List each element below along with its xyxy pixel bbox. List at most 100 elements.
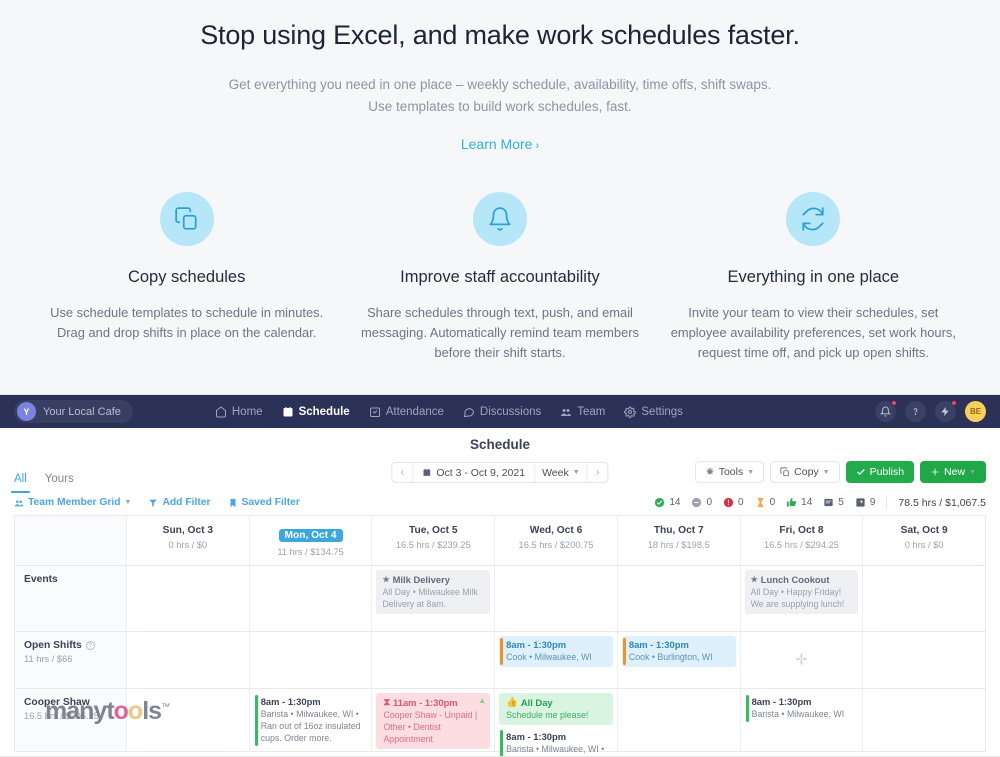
cell-open-sun[interactable] (127, 632, 250, 688)
hero-section: Stop using Excel, and make work schedule… (0, 0, 1000, 154)
event-card[interactable]: ★ Milk Delivery All Day • Milwaukee Milk … (376, 570, 491, 614)
cell-open-thu[interactable]: 8am - 1:30pm Cook • Burlington, WI (618, 632, 741, 688)
cell-cooper-tue[interactable]: ▲ ⧗ 11am - 1:30pm Cooper Shaw - Unpaid | … (372, 689, 496, 751)
calendar-icon (283, 406, 293, 416)
schedule-stats: 14 0 0 0 14 5 9 78.5 hrs / $1,067.5 (654, 496, 986, 509)
shift-time: 11am - 1:30pm (393, 696, 458, 708)
cell-events-wed[interactable] (495, 566, 618, 631)
shift-time: 8am - 1:30pm (506, 731, 567, 742)
nav-item-team[interactable]: Team (560, 406, 605, 418)
day-label: Wed, Oct 6 (529, 525, 583, 536)
day-label: Sun, Oct 3 (162, 525, 214, 536)
stat-approved: 14 (654, 497, 680, 508)
day-hours: 0 hrs / $0 (168, 540, 208, 550)
day-hours: 16.5 hrs / $294.25 (763, 540, 839, 550)
chevron-down-icon: ▼ (969, 468, 976, 476)
event-card[interactable]: ★ Lunch Cookout All Day • Happy Friday! W… (744, 570, 859, 614)
day-column-mon: Mon, Oct 4 11 hrs / $134.75 (250, 516, 373, 565)
bell-icon (880, 406, 891, 417)
main-nav: Home Schedule Attendance Discussions Tea… (215, 406, 683, 418)
cell-events-sat[interactable] (863, 566, 985, 631)
chat-icon (463, 407, 474, 417)
learn-more-link[interactable]: Learn More › (461, 136, 539, 152)
row-member-cooper-shaw: Cooper Shaw 16.5 hrs / $206.25 8am - 1:3… (15, 689, 985, 756)
shift-card[interactable]: 8am - 1:30pm Barista • Milwaukee, WI (745, 693, 859, 724)
shift-card[interactable]: 8am - 1:30pm Barista • Milwaukee, WI • S… (499, 728, 613, 756)
date-navigator: ‹ Oct 3 - Oct 9, 2021 Week ▼ › (391, 462, 609, 483)
cell-open-fri[interactable]: ✛ (741, 632, 864, 688)
shift-desc: Barista • Milwaukee, WI • Sanitize bathr… (506, 744, 605, 754)
nav-label: Schedule (298, 405, 350, 418)
row-label-cooper-shaw: Cooper Shaw 16.5 hrs / $206.25 (15, 689, 127, 751)
date-range-picker[interactable]: Oct 3 - Oct 9, 2021 (412, 463, 536, 482)
stat-value: 0 (738, 497, 744, 508)
new-label: New (944, 466, 966, 478)
avatar[interactable]: BE (965, 401, 986, 422)
day-column-wed: Wed, Oct 6 16.5 hrs / $200.75 (495, 516, 618, 565)
event-title: Lunch Cookout (760, 574, 830, 585)
cell-open-tue[interactable] (372, 632, 496, 688)
row-events: Events ★ Milk Delivery All Day • Milwauke… (15, 566, 985, 632)
feature-title: Improve staff accountability (400, 268, 600, 286)
stats-divider (886, 496, 888, 509)
nav-label: Team (577, 405, 606, 418)
shift-time: All Day (520, 696, 553, 708)
cell-open-mon[interactable] (250, 632, 373, 688)
feature-title: Everything in one place (727, 268, 900, 286)
copy-button[interactable]: Copy ▼ (770, 461, 840, 483)
row-title: Events (24, 574, 58, 585)
nav-item-discussions[interactable]: Discussions (463, 406, 541, 418)
time-off-card[interactable]: ▲ ⧗ 11am - 1:30pm Cooper Shaw - Unpaid | … (376, 693, 491, 749)
cell-open-wed[interactable]: 8am - 1:30pm Cook • Milwaukee, WI (495, 632, 618, 688)
tab-yours[interactable]: Yours (45, 473, 74, 493)
cell-cooper-thu[interactable] (618, 689, 741, 751)
cell-cooper-sun[interactable] (127, 689, 250, 751)
cell-events-sun[interactable] (127, 566, 250, 631)
cell-events-mon[interactable] (250, 566, 373, 631)
page-title: Stop using Excel, and make work schedule… (200, 20, 800, 50)
nav-item-attendance[interactable]: Attendance (369, 406, 444, 418)
view-select[interactable]: Week ▼ (535, 463, 588, 482)
shift-card[interactable]: 8am - 1:30pm Cook • Burlington, WI (621, 636, 736, 667)
tab-all[interactable]: All (11, 473, 30, 493)
publish-button[interactable]: Publish (845, 461, 915, 483)
cell-cooper-wed[interactable]: 👍 All Day Schedule me please! 8am - 1:30p… (495, 689, 618, 756)
bolt-icon (941, 406, 949, 417)
feature-body: Invite your team to view their schedules… (670, 305, 956, 360)
notifications-button[interactable] (875, 400, 897, 422)
cell-cooper-fri[interactable]: 8am - 1:30pm Barista • Milwaukee, WI (741, 689, 864, 751)
brand[interactable]: Y Your Local Cafe (14, 400, 133, 423)
add-filter-button[interactable]: Add Filter (148, 497, 211, 508)
nav-item-settings[interactable]: Settings (624, 406, 683, 418)
next-week-button[interactable]: › (588, 467, 608, 478)
availability-card[interactable]: 👍 All Day Schedule me please! (499, 693, 613, 725)
nav-item-schedule[interactable]: Schedule (282, 406, 350, 418)
shift-card[interactable]: 8am - 1:30pm Barista • Milwaukee, WI • R… (254, 693, 368, 748)
calendar-header-row: Sun, Oct 3 0 hrs / $0 Mon, Oct 4 11 hrs … (15, 516, 985, 566)
cell-cooper-sat[interactable] (863, 689, 985, 751)
bell-icon (472, 192, 527, 246)
prev-week-button[interactable]: ‹ (392, 467, 412, 478)
day-label: Mon, Oct 4 (278, 529, 343, 542)
team-member-grid-select[interactable]: Team Member Grid ▼ (14, 497, 131, 508)
saved-filter-button[interactable]: Saved Filter (228, 497, 300, 508)
cell-open-sat[interactable] (863, 632, 985, 688)
copy-icon (780, 467, 789, 477)
shift-card[interactable]: 8am - 1:30pm Cook • Milwaukee, WI (499, 636, 613, 667)
tools-button[interactable]: Tools ▼ (694, 461, 765, 483)
help-icon[interactable]: ? (85, 641, 95, 650)
new-button[interactable]: New ▼ (920, 461, 986, 483)
cell-events-fri[interactable]: ★ Lunch Cookout All Day • Happy Friday! W… (741, 566, 864, 631)
add-shift-icon[interactable]: ✛ (741, 653, 863, 668)
help-button[interactable] (905, 401, 926, 422)
day-label: Thu, Oct 7 (653, 525, 704, 536)
app-screenshot: Y Your Local Cafe Home Schedule Attendan… (0, 394, 1000, 757)
cell-events-thu[interactable] (618, 566, 741, 631)
row-subtotal: 11 hrs / $66 (24, 654, 73, 664)
cell-cooper-mon[interactable]: 8am - 1:30pm Barista • Milwaukee, WI • R… (250, 689, 373, 751)
day-column-fri: Fri, Oct 8 16.5 hrs / $294.25 (741, 516, 864, 565)
filter-label: Add Filter (162, 497, 211, 508)
quick-actions-button[interactable] (935, 400, 957, 422)
nav-item-home[interactable]: Home (215, 406, 263, 418)
cell-events-tue[interactable]: ★ Milk Delivery All Day • Milwaukee Milk … (372, 566, 496, 631)
